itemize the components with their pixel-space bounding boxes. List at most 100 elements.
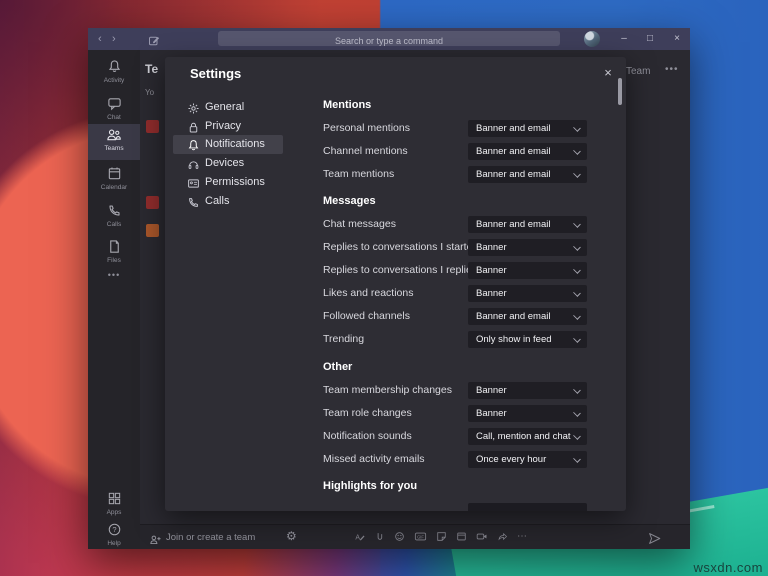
settings-dialog: Settings × General Privacy Notifications… xyxy=(165,57,626,511)
dropdown-value: Banner xyxy=(476,405,507,422)
back-icon[interactable]: ‹ xyxy=(98,31,102,47)
more-options-icon[interactable]: ••• xyxy=(665,64,679,75)
compose-more-icon[interactable]: ⋯ xyxy=(517,529,527,545)
app-rail: Activity Chat Teams Calendar Calls Files xyxy=(88,50,140,549)
chat-messages-dropdown[interactable]: Banner and email xyxy=(468,216,587,233)
dialog-title: Settings xyxy=(190,66,241,81)
trending-dropdown[interactable]: Only show in feed xyxy=(468,331,587,348)
schedule-meeting-icon[interactable] xyxy=(456,529,467,545)
dropdown-value: Banner and email xyxy=(476,216,550,233)
setting-row-replies-started: Replies to conversations I started Banne… xyxy=(323,239,587,256)
dropdown-value: Banner xyxy=(476,382,507,399)
replies-replied-dropdown[interactable]: Banner xyxy=(468,262,587,279)
search-placeholder: Search or type a command xyxy=(335,36,443,46)
role-changes-dropdown[interactable]: Banner xyxy=(468,405,587,422)
settings-menu-permissions[interactable]: Permissions xyxy=(173,173,283,192)
team-avatar[interactable] xyxy=(146,120,159,133)
avatar[interactable] xyxy=(584,31,600,47)
setting-row-channel-mentions: Channel mentions Banner and email xyxy=(323,143,587,160)
apps-grid-icon xyxy=(107,491,122,506)
maximize-icon[interactable]: □ xyxy=(640,30,660,48)
sidebar-item-activity[interactable]: Activity xyxy=(88,58,140,92)
close-settings-icon[interactable]: × xyxy=(599,64,617,82)
manage-teams-gear-icon[interactable]: ⚙ xyxy=(286,529,297,543)
team-button-fragment[interactable]: Team xyxy=(626,66,650,77)
highlights-dropdown-partial[interactable] xyxy=(468,503,587,511)
menu-label: General xyxy=(205,101,244,113)
followed-channels-dropdown[interactable]: Banner and email xyxy=(468,308,587,325)
section-header-highlights: Highlights for you xyxy=(323,480,417,492)
settings-menu-general[interactable]: General xyxy=(173,98,283,117)
minimize-icon[interactable]: – xyxy=(614,30,634,48)
rail-more-icon[interactable]: ••• xyxy=(88,270,140,280)
team-avatar[interactable] xyxy=(146,224,159,237)
sidebar-item-help[interactable]: ? Help xyxy=(88,521,140,549)
emoji-icon[interactable] xyxy=(394,529,405,545)
title-bar: ‹ › Search or type a command – □ × xyxy=(88,28,690,50)
settings-menu-notifications[interactable]: Notifications xyxy=(173,135,283,154)
section-header-mentions: Mentions xyxy=(323,99,371,111)
personal-mentions-dropdown[interactable]: Banner and email xyxy=(468,120,587,137)
sticker-icon[interactable] xyxy=(436,529,447,545)
team-mentions-dropdown[interactable]: Banner and email xyxy=(468,166,587,183)
chevron-down-icon xyxy=(573,432,581,440)
chevron-down-icon xyxy=(573,289,581,297)
dropdown-value: Banner and email xyxy=(476,143,550,160)
format-icon[interactable]: A xyxy=(354,529,365,545)
close-window-icon[interactable]: × xyxy=(667,30,687,48)
dropdown-value: Banner and email xyxy=(476,120,550,137)
your-teams-fragment: Yo xyxy=(145,88,154,97)
setting-row-followed-channels: Followed channels Banner and email xyxy=(323,308,587,325)
setting-row-team-mentions: Team mentions Banner and email xyxy=(323,166,587,183)
video-icon[interactable] xyxy=(476,529,488,545)
menu-label: Devices xyxy=(205,157,244,169)
rail-label: Calls xyxy=(88,221,140,228)
calendar-icon xyxy=(107,166,122,181)
share-icon[interactable] xyxy=(497,529,508,545)
sidebar-item-teams[interactable]: Teams xyxy=(88,124,140,160)
bell-icon xyxy=(107,59,122,74)
menu-label: Calls xyxy=(205,195,229,207)
setting-label: Replies to conversations I replied to xyxy=(323,262,489,279)
forward-icon[interactable]: › xyxy=(112,31,116,47)
rail-label: Chat xyxy=(88,114,140,121)
compose-bar: Join or create a team ⚙ A GIF xyxy=(140,524,690,549)
section-header-other: Other xyxy=(323,361,352,373)
search-input[interactable]: Search or type a command xyxy=(218,31,560,46)
sidebar-item-calendar[interactable]: Calendar xyxy=(88,165,140,199)
setting-label: Missed activity emails xyxy=(323,451,425,468)
setting-row-personal-mentions: Personal mentions Banner and email xyxy=(323,120,587,137)
settings-menu-devices[interactable]: Devices xyxy=(173,154,283,173)
settings-menu-calls[interactable]: Calls xyxy=(173,192,283,211)
send-icon[interactable] xyxy=(648,530,661,548)
setting-label: Replies to conversations I started xyxy=(323,239,478,256)
chevron-down-icon xyxy=(573,124,581,132)
team-avatar[interactable] xyxy=(146,196,159,209)
notification-sounds-dropdown[interactable]: Call, mention and chat xyxy=(468,428,587,445)
gif-icon[interactable]: GIF xyxy=(414,529,427,545)
rail-label: Calendar xyxy=(88,184,140,191)
chevron-down-icon xyxy=(573,386,581,394)
new-chat-icon[interactable] xyxy=(148,32,160,50)
membership-changes-dropdown[interactable]: Banner xyxy=(468,382,587,399)
file-icon xyxy=(107,239,122,254)
sidebar-item-apps[interactable]: Apps xyxy=(88,490,140,524)
setting-label: Trending xyxy=(323,331,364,348)
dropdown-value: Banner xyxy=(476,285,507,302)
likes-reactions-dropdown[interactable]: Banner xyxy=(468,285,587,302)
setting-label: Channel mentions xyxy=(323,143,408,160)
setting-label: Team role changes xyxy=(323,405,412,422)
missed-activity-dropdown[interactable]: Once every hour xyxy=(468,451,587,468)
attach-icon[interactable] xyxy=(374,529,385,545)
sidebar-item-calls[interactable]: Calls xyxy=(88,202,140,236)
join-or-create-team[interactable]: Join or create a team xyxy=(166,532,255,543)
setting-row-trending: Trending Only show in feed xyxy=(323,331,587,348)
svg-text:A: A xyxy=(355,534,360,541)
replies-started-dropdown[interactable]: Banner xyxy=(468,239,587,256)
sidebar-item-files[interactable]: Files xyxy=(88,238,140,272)
setting-label: Team mentions xyxy=(323,166,394,183)
rail-label: Help xyxy=(88,540,140,547)
settings-menu-privacy[interactable]: Privacy xyxy=(173,117,283,136)
channel-mentions-dropdown[interactable]: Banner and email xyxy=(468,143,587,160)
settings-scrollbar[interactable] xyxy=(618,78,622,105)
